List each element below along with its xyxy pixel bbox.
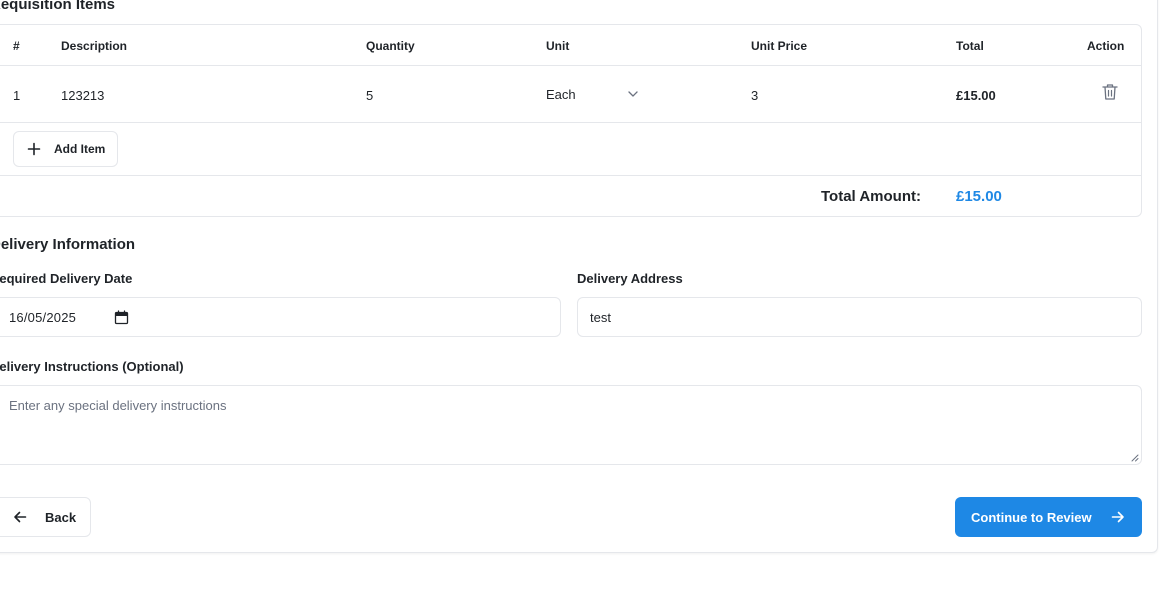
row-unit-value: Each [546,86,576,102]
delivery-instructions-textarea[interactable]: Enter any special delivery instructions [0,385,1142,465]
table-header: # Description Quantity Unit Unit Price T… [0,25,1141,66]
trash-icon[interactable] [1101,82,1119,102]
delivery-address-input[interactable]: test [577,297,1142,337]
arrow-right-icon [1111,511,1124,523]
column-header-quantity: Quantity [366,39,415,53]
column-header-description: Description [61,39,128,53]
delivery-address-value: test [590,309,611,325]
resize-handle-icon[interactable] [1131,454,1139,462]
plus-icon [27,142,41,156]
row-unit-price-input[interactable]: 3 [751,88,758,103]
add-item-button[interactable]: Add Item [13,131,118,167]
table-row: 1 123213 5 Each 3 £15.00 [0,66,1141,123]
total-amount-label: Total Amount: [821,188,921,205]
row-quantity-input[interactable]: 5 [366,88,373,103]
row-total: £15.00 [956,88,996,103]
calendar-icon[interactable] [114,310,129,325]
column-header-index: # [13,39,20,53]
column-header-action: Action [1087,39,1125,53]
requisition-items-table: # Description Quantity Unit Unit Price T… [0,24,1142,217]
row-index: 1 [13,88,21,103]
delivery-date-label: Required Delivery Date [0,271,133,286]
total-amount-row: Total Amount: £15.00 [0,176,1141,216]
row-description-input[interactable]: 123213 [61,88,104,103]
requisition-items-title: Requisition Items [0,0,116,13]
chevron-down-icon [628,91,638,97]
total-amount-value: £15.00 [956,188,1002,205]
column-header-total: Total [956,39,984,53]
delivery-date-input[interactable]: 16/05/2025 [0,297,561,337]
column-header-unit-price: Unit Price [751,39,808,53]
delivery-information-title: Delivery Information [0,236,136,253]
back-button-label: Back [45,509,77,525]
delivery-instructions-label: Delivery Instructions (Optional) [0,359,184,374]
add-item-row: Add Item [0,123,1141,176]
arrow-left-icon [14,511,27,523]
continue-button-label: Continue to Review [971,509,1092,525]
delivery-instructions-placeholder: Enter any special delivery instructions [9,398,227,413]
add-item-label: Add Item [54,142,106,156]
row-unit-select[interactable]: Each [546,78,646,110]
continue-to-review-button[interactable]: Continue to Review [955,497,1142,537]
back-button[interactable]: Back [0,497,91,537]
column-header-unit: Unit [546,39,570,53]
delivery-address-label: Delivery Address [577,271,683,286]
delivery-date-value: 16/05/2025 [9,309,77,325]
